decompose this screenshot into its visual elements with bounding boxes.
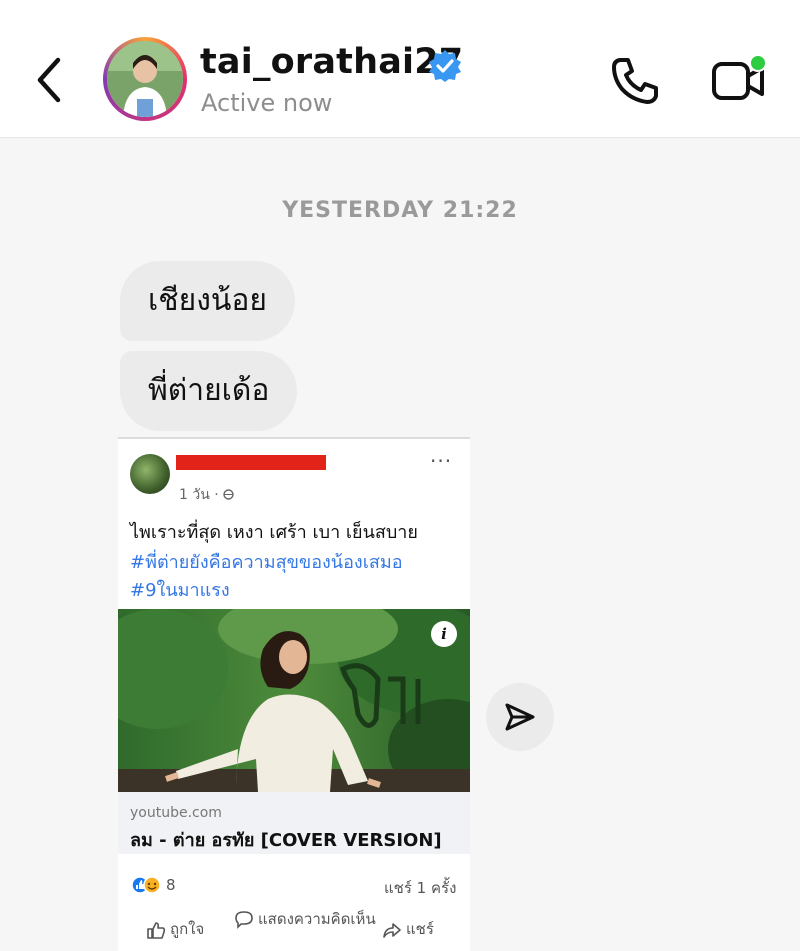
reaction-count: 8 — [166, 876, 176, 894]
back-chevron-icon — [37, 57, 61, 103]
share-arrow-icon — [383, 922, 401, 938]
post-time: 1 วัน · — [179, 484, 234, 506]
call-button[interactable] — [606, 52, 664, 110]
shared-post-screenshot[interactable]: 1 วัน · ··· ไพเราะที่สุด เหงา เศร้า เบา … — [118, 437, 470, 951]
comment-action[interactable]: แสดงความคิดเห็น — [234, 909, 376, 929]
forward-button[interactable] — [486, 683, 554, 751]
profile-avatar[interactable] — [103, 37, 187, 121]
video-thumbnail[interactable]: i — [118, 609, 470, 792]
link-title[interactable]: ลม - ต่าย อรทัย [COVER VERSION] — [130, 825, 442, 854]
post-hashtag[interactable]: #9ในมาแรง — [130, 575, 230, 604]
message-timestamp: YESTERDAY 21:22 — [282, 198, 518, 223]
post-caption: ไพเราะที่สุด เหงา เศร้า เบา เย็นสบาย — [130, 522, 418, 543]
comment-icon — [235, 911, 253, 929]
verified-badge-icon — [429, 50, 461, 82]
link-domain: youtube.com — [130, 805, 222, 821]
phone-icon — [612, 58, 658, 104]
back-button[interactable] — [28, 52, 72, 108]
video-call-icon — [712, 54, 767, 100]
share-count: แชร์ 1 ครั้ง — [384, 879, 457, 897]
info-icon[interactable]: i — [431, 621, 457, 647]
send-icon — [505, 703, 535, 731]
redacted-author-name — [176, 455, 326, 470]
avatar-photo — [107, 41, 183, 117]
more-options-icon[interactable]: ··· — [430, 449, 452, 473]
globe-icon — [223, 489, 234, 500]
chat-header: tai_orathai27 Active now — [0, 0, 800, 138]
active-status: Active now — [201, 89, 333, 117]
thumbs-up-icon — [147, 921, 166, 939]
post-author-avatar — [130, 454, 170, 494]
like-action[interactable]: ถูกใจ — [146, 917, 204, 941]
chat-username[interactable]: tai_orathai27 — [200, 42, 463, 82]
message-bubble[interactable]: พี่ต่ายเด้อ — [120, 351, 298, 431]
message-bubble[interactable]: เชียงน้อย — [120, 261, 295, 341]
video-call-button[interactable] — [706, 52, 772, 110]
reactions-icon — [131, 876, 161, 894]
post-hashtag[interactable]: #พี่ต่ายยังคือความสุขของน้องเสมอ — [130, 547, 403, 576]
share-action[interactable]: แชร์ — [382, 917, 434, 941]
